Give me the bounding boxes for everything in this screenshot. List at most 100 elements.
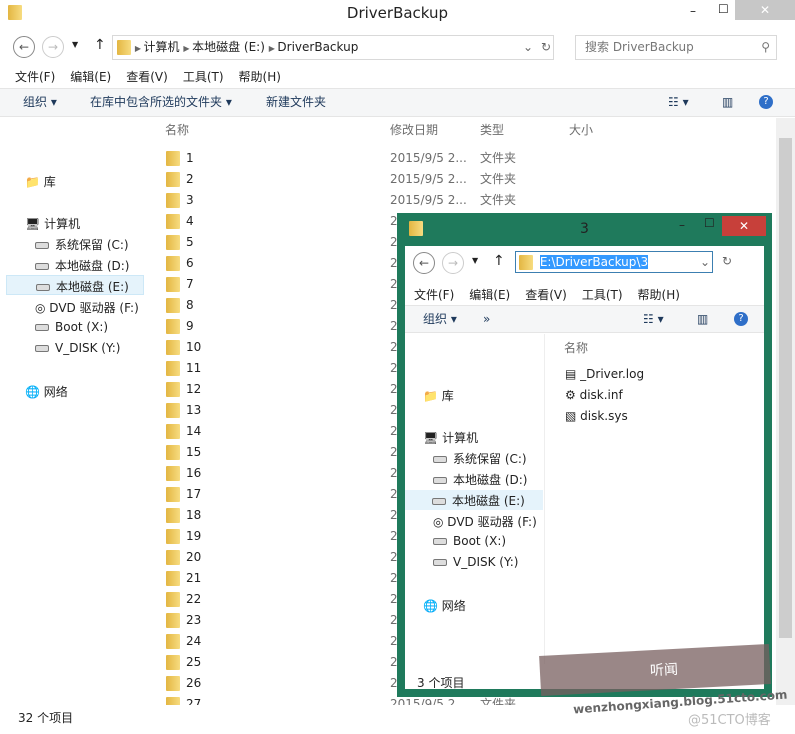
menu-help[interactable]: 帮助(H) (638, 288, 680, 302)
back-button[interactable]: ← (413, 252, 435, 274)
column-name[interactable]: 名称 (564, 339, 588, 356)
folder-icon (166, 277, 180, 292)
recent-dropdown[interactable]: ▼ (472, 256, 478, 265)
menu-tools[interactable]: 工具(T) (183, 70, 224, 84)
folder-icon (166, 592, 180, 607)
minimize-button[interactable]: – (679, 218, 685, 232)
menu-view[interactable]: 查看(V) (126, 70, 168, 84)
nav-computer[interactable]: 🖥 计算机 (25, 215, 80, 232)
breadcrumb-item[interactable]: DriverBackup (277, 40, 358, 54)
nav-drive-d[interactable]: 本地磁盘 (D:) (35, 257, 129, 274)
close-button[interactable]: ✕ (722, 216, 766, 236)
folder-icon (166, 151, 180, 166)
file-name: 18 (186, 508, 202, 522)
folder-icon (166, 508, 180, 523)
file-name: 16 (186, 466, 202, 480)
file-item[interactable]: ▧ disk.sys (565, 409, 628, 423)
file-item[interactable]: ⚙ disk.inf (565, 388, 623, 402)
nav-drive-y[interactable]: V_DISK (Y:) (433, 555, 518, 569)
nav-library[interactable]: 📁 库 (423, 387, 454, 404)
file-name: 5 (186, 235, 194, 249)
chevron-down-icon[interactable]: ⌄ (523, 36, 533, 59)
menu-file[interactable]: 文件(F) (414, 288, 454, 302)
nav-drive-e[interactable]: 本地磁盘 (E:) (6, 275, 144, 295)
title-bar: DriverBackup – ☐ ✕ (0, 0, 795, 28)
maximize-button[interactable]: ☐ (718, 2, 729, 16)
minimize-button[interactable]: – (690, 4, 696, 18)
forward-button[interactable]: → (42, 36, 64, 58)
new-folder-button[interactable]: 新建文件夹 (266, 89, 326, 116)
file-name: 17 (186, 487, 202, 501)
close-button[interactable]: ✕ (735, 0, 795, 20)
nav-drive-c[interactable]: 系统保留 (C:) (433, 450, 527, 467)
folder-icon (166, 319, 180, 334)
view-options-icon[interactable]: ☷ ▾ (668, 89, 689, 116)
file-type: 文件夹 (480, 193, 517, 207)
view-options-icon[interactable]: ☷ ▾ (643, 306, 664, 332)
dvd-icon: ◎ (35, 301, 50, 315)
file-item[interactable]: ▤ _Driver.log (565, 367, 644, 381)
file-name: 8 (186, 298, 194, 312)
recent-dropdown[interactable]: ▼ (72, 40, 78, 49)
menu-edit[interactable]: 编辑(E) (469, 288, 510, 302)
help-icon[interactable]: ? (734, 312, 748, 326)
nav-network[interactable]: 🌐 网络 (25, 383, 68, 400)
folder-icon (166, 613, 180, 628)
refresh-button[interactable]: ↻ (541, 36, 551, 59)
menu-help[interactable]: 帮助(H) (239, 70, 281, 84)
nav-drive-c[interactable]: 系统保留 (C:) (35, 236, 129, 253)
folder-icon (166, 403, 180, 418)
breadcrumb-item[interactable]: 计算机 (144, 40, 180, 54)
nav-computer[interactable]: 🖥 计算机 (423, 429, 478, 446)
maximize-button[interactable]: ☐ (704, 216, 715, 230)
nav-drive-x[interactable]: Boot (X:) (433, 534, 506, 548)
search-icon: ⚲ (761, 40, 770, 54)
folder-icon (166, 256, 180, 271)
back-button[interactable]: ← (13, 36, 35, 58)
nav-network[interactable]: 🌐 网络 (423, 597, 466, 614)
nav-library[interactable]: 📁 库 (25, 173, 56, 190)
file-name: 12 (186, 382, 202, 396)
nav-drive-f[interactable]: ◎ DVD 驱动器 (F:) (35, 299, 139, 316)
file-name: 4 (186, 214, 194, 228)
file-name: 3 (186, 193, 194, 207)
status-text: 3 个项目 (417, 676, 465, 689)
forward-button[interactable]: → (442, 252, 464, 274)
preview-pane-icon[interactable]: ▥ (697, 306, 708, 332)
organize-button[interactable]: 组织 ▾ (423, 306, 457, 332)
up-button[interactable]: ↑ (94, 37, 106, 53)
organize-button[interactable]: 组织 ▾ (23, 89, 57, 116)
chevron-down-icon[interactable]: ⌄ (700, 252, 710, 272)
menu-tools[interactable]: 工具(T) (582, 288, 623, 302)
watermark-blog: @51CTO博客 (688, 713, 771, 728)
column-date[interactable]: 修改日期 (390, 121, 438, 138)
column-name[interactable]: 名称 (165, 121, 189, 138)
nav-drive-e[interactable]: 本地磁盘 (E:) (405, 490, 543, 510)
menu-file[interactable]: 文件(F) (15, 70, 55, 84)
file-name: 23 (186, 613, 202, 627)
window-title: DriverBackup (346, 4, 449, 22)
nav-drive-y[interactable]: V_DISK (Y:) (35, 341, 120, 355)
more-commands-button[interactable]: » (483, 306, 490, 332)
nav-drive-x[interactable]: Boot (X:) (35, 320, 108, 334)
include-in-library-button[interactable]: 在库中包含所选的文件夹 ▾ (90, 89, 232, 116)
folder-icon (166, 697, 180, 705)
menu-view[interactable]: 查看(V) (525, 288, 567, 302)
refresh-button[interactable]: ↻ (722, 254, 732, 268)
nav-drive-d[interactable]: 本地磁盘 (D:) (433, 471, 527, 488)
window-title: 3 (580, 221, 589, 237)
folder-icon (166, 487, 180, 502)
nav-drive-f[interactable]: ◎ DVD 驱动器 (F:) (433, 513, 537, 530)
vertical-scrollbar[interactable] (776, 118, 795, 705)
up-button[interactable]: ↑ (493, 253, 505, 269)
address-input[interactable]: E:\DriverBackup\3 ⌄ (515, 251, 713, 273)
file-type: 文件夹 (480, 172, 517, 186)
breadcrumb-item[interactable]: 本地磁盘 (E:) (192, 40, 265, 54)
column-size[interactable]: 大小 (569, 121, 593, 138)
menu-edit[interactable]: 编辑(E) (70, 70, 111, 84)
help-icon[interactable]: ? (759, 95, 773, 109)
search-input[interactable]: 搜索 DriverBackup ⚲ (575, 35, 777, 60)
address-bar[interactable]: ▶ 计算机 ▶ 本地磁盘 (E:) ▶ DriverBackup ⌄ ↻ (112, 35, 554, 60)
column-type[interactable]: 类型 (480, 121, 504, 138)
preview-pane-icon[interactable]: ▥ (722, 89, 733, 116)
